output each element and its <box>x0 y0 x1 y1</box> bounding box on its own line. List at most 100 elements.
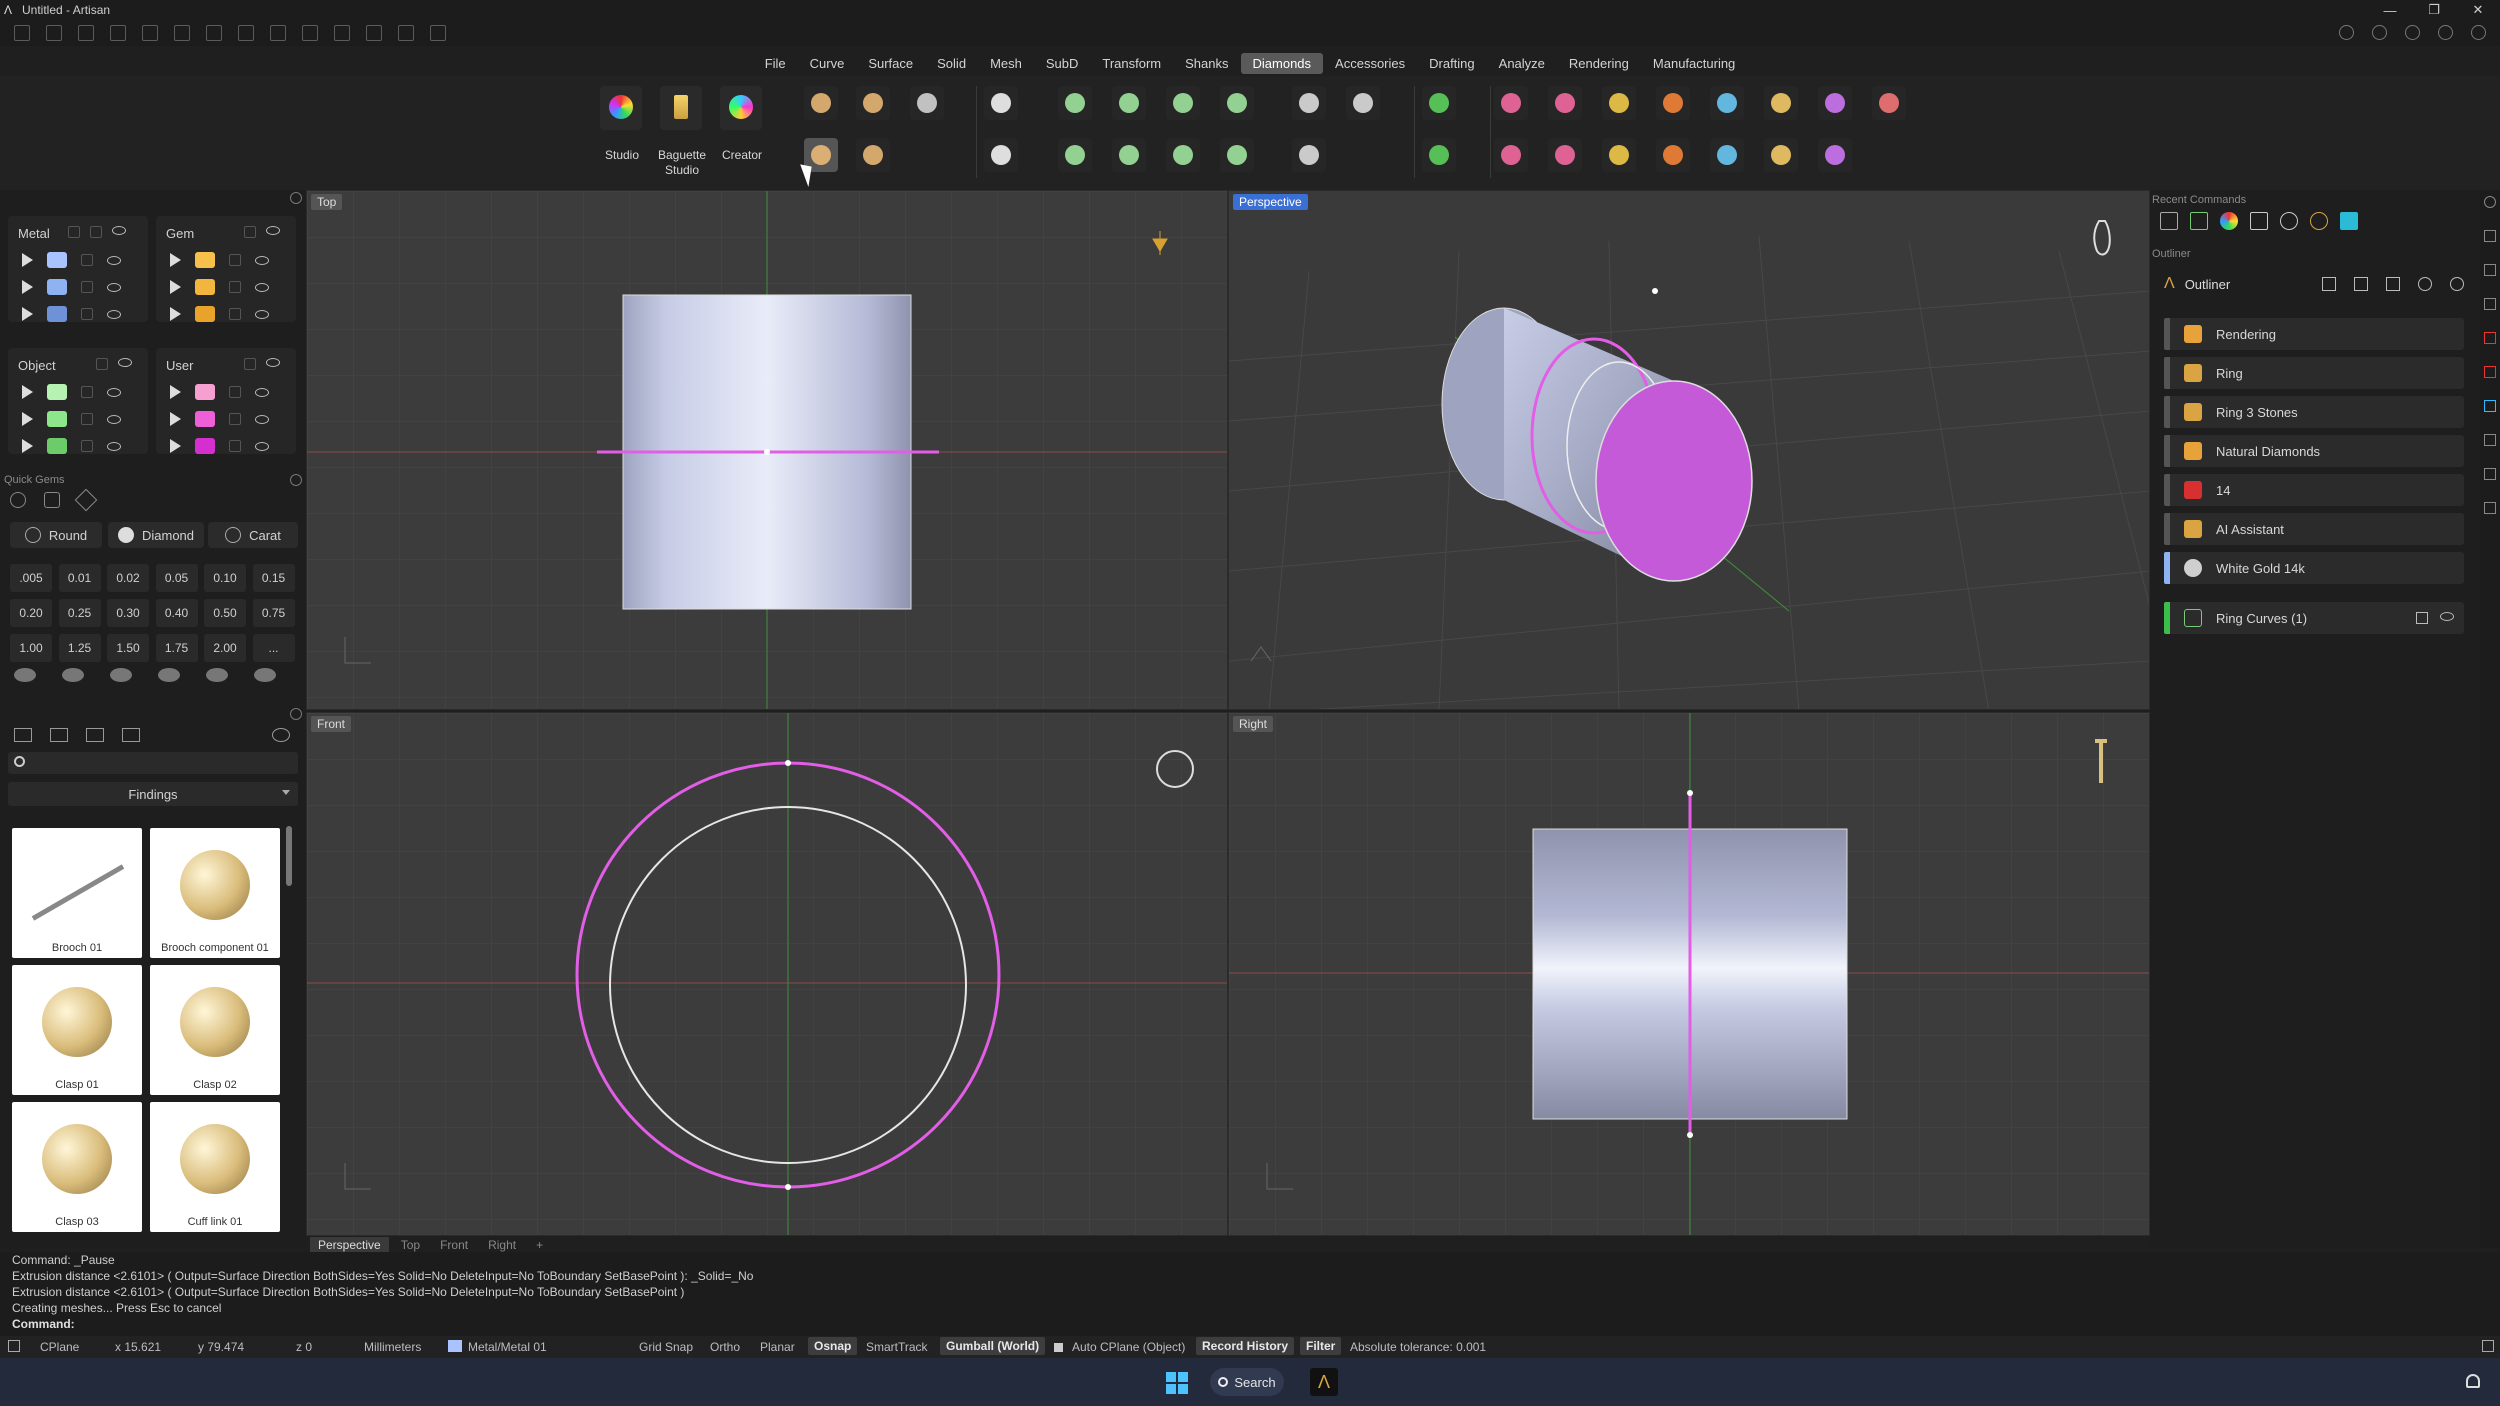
top-viewport[interactable]: Top <box>306 190 1228 710</box>
carat-size-button[interactable]: 0.05 <box>155 564 198 592</box>
edit-icon[interactable] <box>2416 612 2428 624</box>
window-toggle-icon[interactable] <box>8 1340 20 1352</box>
carat-size-button[interactable]: 0.30 <box>107 599 149 627</box>
metal-color-swatch[interactable] <box>47 252 67 268</box>
ribbon-tool-3-1-button[interactable] <box>984 138 1018 172</box>
recent-command-3-icon[interactable] <box>2220 212 2238 230</box>
eye-icon[interactable] <box>107 387 121 397</box>
library-item-brooch[interactable]: Brooch 01 <box>12 828 142 958</box>
menu-surface[interactable]: Surface <box>856 53 925 74</box>
tool-b-icon[interactable] <box>334 25 350 41</box>
carat-size-button[interactable]: 0.40 <box>155 599 198 627</box>
object-color-swatch[interactable] <box>47 384 67 400</box>
pick-icon[interactable] <box>2322 277 2336 291</box>
tab-top[interactable]: Top <box>393 1237 428 1253</box>
play-icon[interactable] <box>22 439 33 453</box>
ribbon-tool-17-1-button[interactable] <box>1818 138 1852 172</box>
object-color-swatch[interactable] <box>47 438 67 454</box>
menu-mesh[interactable]: Mesh <box>978 53 1034 74</box>
lock-icon[interactable] <box>81 281 93 293</box>
library-settings-icon[interactable] <box>290 708 302 720</box>
carat-size-button[interactable]: 0.01 <box>58 564 101 592</box>
gem-shape-icon[interactable] <box>10 492 26 508</box>
top-viewport-tab[interactable]: Top <box>311 194 343 210</box>
ribbon-tool-18-0-button[interactable] <box>1872 86 1906 120</box>
gumball-toggle[interactable]: Gumball (World) <box>940 1337 1046 1355</box>
carat-size-button[interactable]: 1.50 <box>107 634 149 662</box>
carat-size-button[interactable]: 0.10 <box>204 564 246 592</box>
diamond-button[interactable]: Diamond <box>108 522 204 548</box>
metal-color-swatch[interactable] <box>47 279 67 295</box>
tool-e-icon[interactable] <box>430 25 446 41</box>
ribbon-tool-16-0-button[interactable] <box>1764 86 1798 120</box>
metal-color-swatch[interactable] <box>47 306 67 322</box>
library-item-clasp[interactable]: Clasp 01 <box>12 965 142 1095</box>
auto-cplane-checkbox[interactable] <box>1054 1343 1063 1352</box>
ring-curves-row[interactable]: Ring Curves (1) <box>2164 602 2464 634</box>
lock-icon[interactable] <box>229 281 241 293</box>
lock-icon[interactable] <box>229 386 241 398</box>
ribbon-tool-15-0-button[interactable] <box>1710 86 1744 120</box>
object-visible-icon[interactable] <box>118 358 132 367</box>
eye-icon[interactable] <box>255 255 269 265</box>
tool-d-icon[interactable] <box>398 25 414 41</box>
perspective-viewport-tab[interactable]: Perspective <box>1233 194 1308 210</box>
front-viewport-tab[interactable]: Front <box>311 716 352 732</box>
osnap-toggle[interactable]: Osnap <box>808 1337 858 1355</box>
library-item-cufflink[interactable]: Cuff link 01 <box>150 1102 280 1232</box>
command-prompt[interactable]: Command: <box>12 1316 2500 1332</box>
gem-color-swatch[interactable] <box>195 306 215 322</box>
carat-size-button[interactable]: 1.00 <box>10 634 52 662</box>
lock-icon[interactable] <box>229 308 241 320</box>
lock-icon[interactable] <box>229 440 241 452</box>
user-color-swatch[interactable] <box>195 411 215 427</box>
help-icon[interactable] <box>2450 277 2464 291</box>
lock-icon[interactable] <box>81 413 93 425</box>
eye-icon[interactable] <box>255 309 269 319</box>
ribbon-tool-8-0-button[interactable] <box>1292 86 1326 120</box>
metal-lock-icon[interactable] <box>90 226 102 238</box>
carat-size-button[interactable]: ... <box>252 634 295 662</box>
add-item-icon[interactable] <box>86 728 104 742</box>
ribbon-tool-7-0-button[interactable] <box>1220 86 1254 120</box>
dock-icon-6[interactable] <box>2484 400 2496 412</box>
ribbon-tool-4-1-button[interactable] <box>1058 138 1092 172</box>
cloud-icon[interactable] <box>2339 25 2354 40</box>
gem-cut-pear-icon[interactable] <box>158 668 180 682</box>
eye-icon[interactable] <box>2440 612 2454 621</box>
close-button[interactable]: ✕ <box>2456 0 2500 20</box>
ribbon-tool-7-1-button[interactable] <box>1220 138 1254 172</box>
eye-icon[interactable] <box>107 282 121 292</box>
eye-icon[interactable] <box>107 309 121 319</box>
help-icon[interactable] <box>2438 25 2453 40</box>
metal-visible-icon[interactable] <box>112 226 126 235</box>
dock-icon-3[interactable] <box>2484 298 2496 310</box>
ribbon-tool-10-1-button[interactable] <box>1422 138 1456 172</box>
lock-icon[interactable] <box>229 254 241 266</box>
ribbon-tool-16-1-button[interactable] <box>1764 138 1798 172</box>
right-viewport-tab[interactable]: Right <box>1233 716 1274 732</box>
balance-icon[interactable] <box>2354 277 2368 291</box>
info-icon[interactable] <box>2372 25 2387 40</box>
play-icon[interactable] <box>170 253 181 267</box>
grid-view-icon[interactable] <box>122 728 140 742</box>
record-history-toggle[interactable]: Record History <box>1196 1337 1295 1355</box>
menu-subd[interactable]: SubD <box>1034 53 1091 74</box>
recent-command-7-icon[interactable] <box>2340 212 2358 230</box>
eye-icon[interactable] <box>107 441 121 451</box>
studio-button[interactable] <box>600 86 642 130</box>
library-item-clasp[interactable]: Clasp 02 <box>150 965 280 1095</box>
lock-icon[interactable] <box>81 308 93 320</box>
recent-command-4-icon[interactable] <box>2250 212 2268 230</box>
ribbon-tool-10-0-button[interactable] <box>1422 86 1456 120</box>
ribbon-tool-5-0-button[interactable] <box>1112 86 1146 120</box>
dock-icon-4[interactable] <box>2484 332 2496 344</box>
edit-icon[interactable] <box>2386 277 2400 291</box>
artisan-taskbar-icon[interactable]: Λ <box>1310 1368 1338 1396</box>
play-icon[interactable] <box>170 280 181 294</box>
gem-cut-round-icon[interactable] <box>14 668 36 682</box>
front-viewport[interactable]: Front <box>306 712 1228 1236</box>
ribbon-tool-6-1-button[interactable] <box>1166 138 1200 172</box>
tab-right[interactable]: Right <box>480 1237 524 1253</box>
eye-icon[interactable] <box>255 282 269 292</box>
